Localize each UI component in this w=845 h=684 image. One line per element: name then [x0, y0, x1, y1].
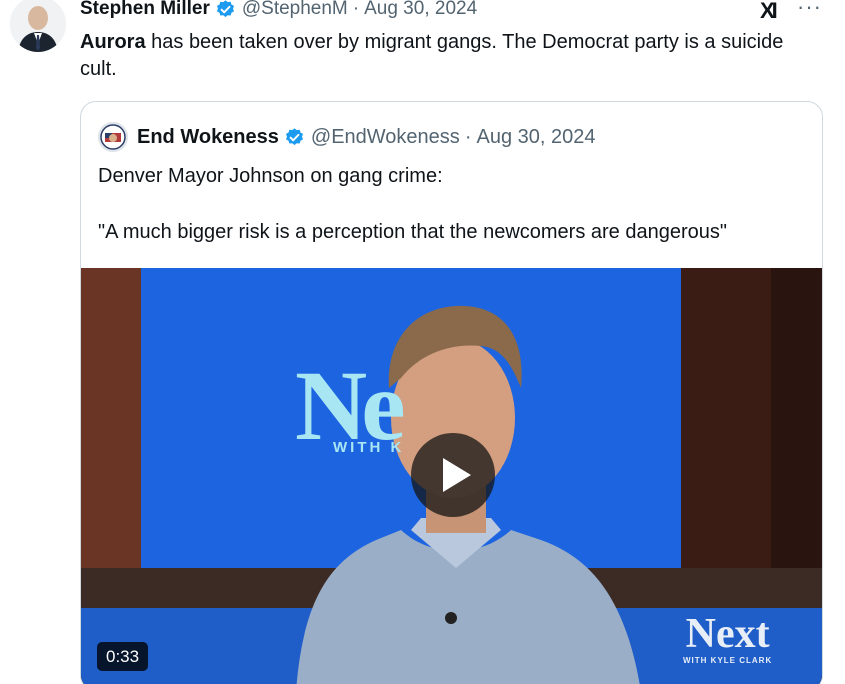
channel-bug-sub: WITH KYLE CLARK — [683, 656, 773, 665]
video-player[interactable]: Ne WITH K 0:33 Next WITH KYLE CLARK — [81, 268, 822, 684]
author-name[interactable]: Stephen Miller — [80, 0, 210, 20]
author-avatar[interactable] — [10, 0, 66, 52]
tweet-header: Stephen Miller @StephenM · Aug 30, 2024 — [80, 0, 477, 21]
video-duration: 0:33 — [97, 642, 149, 671]
separator-dot: · — [352, 0, 360, 19]
more-options-icon[interactable]: ··· — [797, 0, 822, 20]
tweet-text-bold: Aurora — [80, 31, 146, 53]
author-handle[interactable]: @StephenM — [242, 0, 348, 20]
quote-date[interactable]: Aug 30, 2024 — [476, 126, 595, 149]
quote-text: Denver Mayor Johnson on gang crime: "A m… — [98, 162, 808, 246]
quote-text-line2: "A much bigger risk is a perception that… — [98, 221, 727, 243]
quote-author-name[interactable]: End Wokeness — [137, 126, 279, 149]
quoted-tweet[interactable]: End Wokeness @EndWokeness · Aug 30, 2024… — [80, 101, 823, 684]
quote-avatar[interactable] — [98, 122, 128, 152]
tweet-date[interactable]: Aug 30, 2024 — [364, 0, 477, 20]
verified-badge-icon — [215, 0, 236, 20]
quote-text-line1: Denver Mayor Johnson on gang crime: — [98, 165, 443, 187]
backdrop-logo-sub: WITH K — [333, 439, 405, 456]
x-logo-icon: XI — [760, 0, 778, 23]
verified-badge-icon — [284, 127, 305, 148]
play-icon[interactable] — [411, 433, 495, 517]
channel-bug: Next WITH KYLE CLARK — [683, 611, 773, 665]
channel-bug-word: Next — [685, 611, 770, 657]
tweet-text-rest: has been taken over by migrant gangs. Th… — [80, 31, 784, 80]
separator-dot: · — [464, 125, 472, 148]
quote-author-handle[interactable]: @EndWokeness — [311, 126, 460, 149]
quote-header: End Wokeness @EndWokeness · Aug 30, 2024 — [98, 122, 595, 152]
tweet-text: Aurora has been taken over by migrant ga… — [80, 29, 815, 83]
